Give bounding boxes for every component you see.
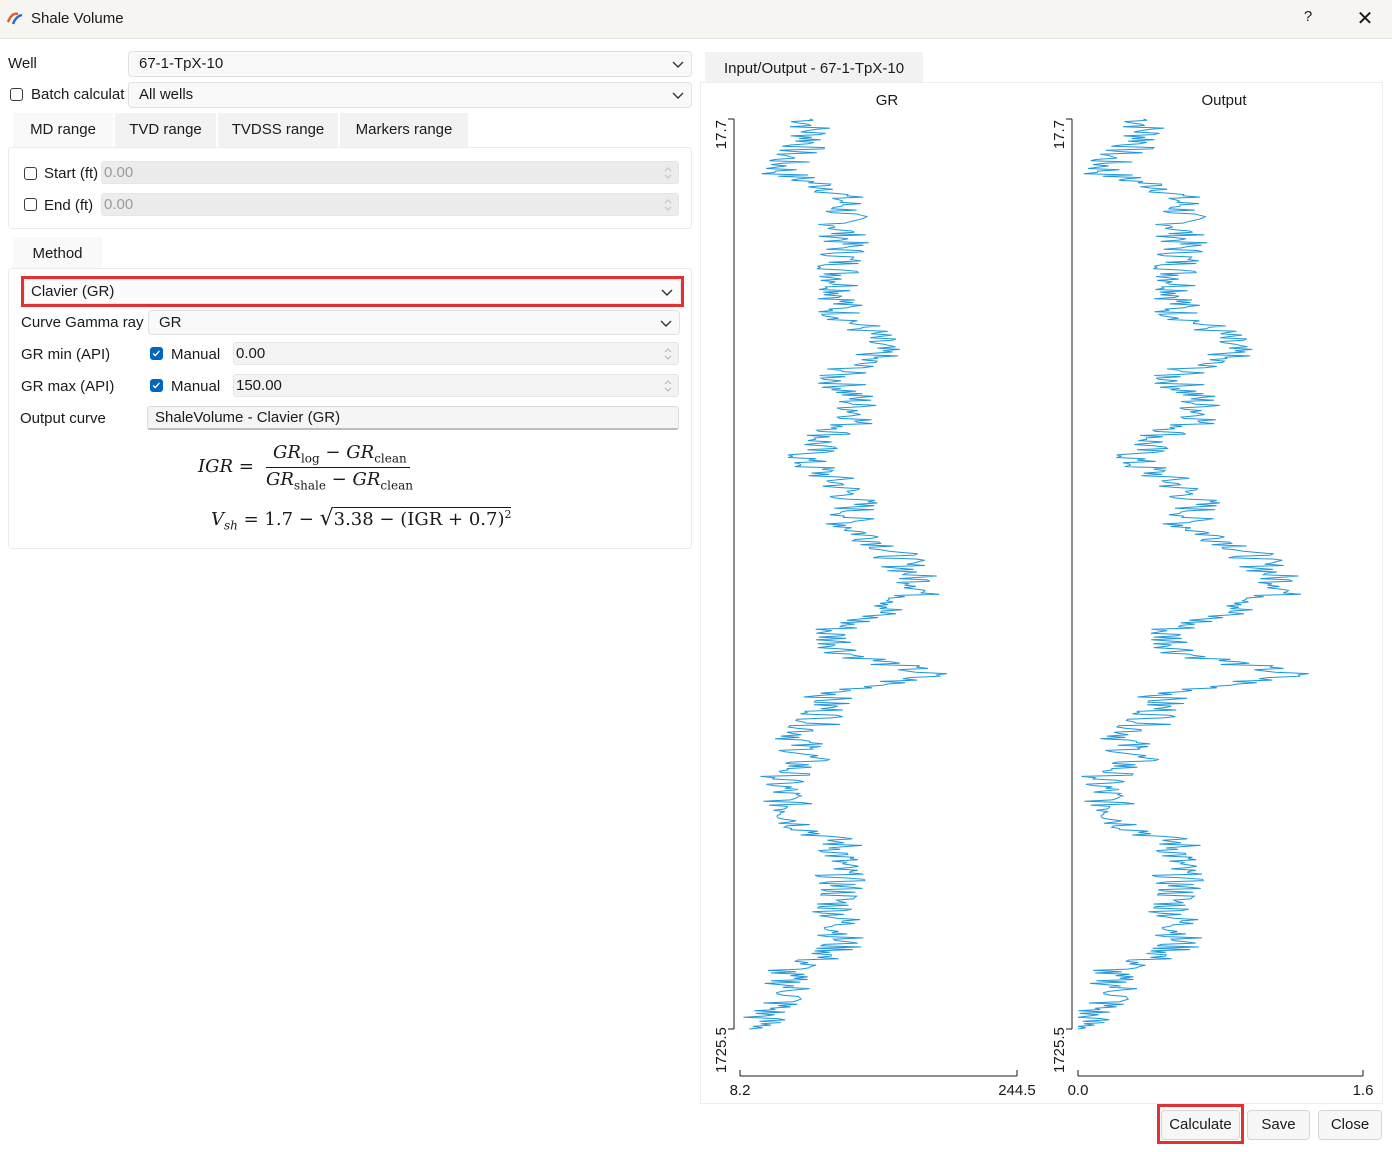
igr-formula: IGR = GRlog − GRclean GRshale − GRclean: [198, 442, 413, 493]
gr-min-manual-checkbox[interactable]: [150, 347, 163, 360]
output-depth-bottom-label: 1725.5: [1051, 1027, 1068, 1073]
spin-arrows-icon: [664, 348, 672, 360]
tab-md-range[interactable]: MD range: [13, 113, 113, 147]
output-track-title: Output: [1201, 92, 1247, 109]
tab-tvd-range[interactable]: TVD range: [115, 113, 216, 147]
range-panel: [8, 147, 692, 229]
tab-input-output[interactable]: Input/Output - 67-1-TpX-10: [705, 52, 923, 84]
output-curve-line: [1077, 118, 1309, 1030]
gr-max-manual-checkbox[interactable]: [150, 379, 163, 392]
gr-max-input[interactable]: 150.00: [233, 374, 679, 397]
gr-depth-bottom-label: 1725.5: [713, 1027, 730, 1073]
gr-x-max-label: 244.5: [998, 1082, 1036, 1099]
tab-tvdss-range[interactable]: TVDSS range: [218, 113, 338, 147]
end-label: End (ft): [44, 197, 94, 214]
log-chart-panel: GR 17.7 1725.5 8.2 244.5 Output 17.7 172…: [700, 82, 1383, 1104]
output-x-min-label: 0.0: [1068, 1082, 1089, 1099]
gr-max-label: GR max (API): [21, 378, 115, 395]
output-curve-input[interactable]: ShaleVolume - Clavier (GR): [147, 406, 679, 430]
well-label: Well: [8, 55, 37, 72]
calculate-button[interactable]: Calculate: [1161, 1110, 1240, 1140]
spin-arrows-icon: [664, 380, 672, 392]
end-depth-input[interactable]: 0.00: [101, 193, 679, 216]
spin-arrows-icon: [664, 199, 672, 211]
gr-x-min-label: 8.2: [730, 1082, 751, 1099]
well-select[interactable]: 67-1-TpX-10: [128, 51, 692, 77]
log-tracks-svg: GR 17.7 1725.5 8.2 244.5 Output 17.7 172…: [713, 92, 1374, 1099]
checkmark-icon: [152, 350, 160, 357]
chevron-down-icon: [661, 289, 673, 296]
end-checkbox[interactable]: [24, 198, 37, 211]
fraction-bar: [266, 467, 410, 468]
gr-min-manual-label: Manual: [171, 346, 221, 363]
batch-wells-value: All wells: [139, 86, 194, 103]
help-button[interactable]: ?: [1296, 8, 1320, 30]
output-x-max-label: 1.6: [1353, 1082, 1374, 1099]
save-button[interactable]: Save: [1247, 1110, 1310, 1140]
well-select-value: 67-1-TpX-10: [139, 55, 224, 72]
gr-max-manual-label: Manual: [171, 378, 221, 395]
chevron-down-icon: [660, 320, 672, 327]
chevron-down-icon: [672, 92, 684, 99]
batch-label: Batch calculat: [31, 86, 125, 103]
batch-checkbox[interactable]: [10, 88, 23, 101]
start-label: Start (ft): [44, 165, 99, 182]
close-window-button[interactable]: ✕: [1352, 6, 1378, 32]
vsh-formula: Vsh = 1.7 − √3.38 − (IGR + 0.7)2: [211, 506, 512, 533]
close-button[interactable]: Close: [1318, 1110, 1382, 1140]
start-checkbox[interactable]: [24, 167, 37, 180]
checkmark-icon: [152, 382, 160, 389]
curve-gamma-ray-select[interactable]: GR: [148, 310, 680, 335]
gr-depth-top-label: 17.7: [713, 120, 730, 149]
tab-method[interactable]: Method: [13, 237, 102, 271]
curve-gamma-ray-value: GR: [159, 314, 182, 331]
gr-track-title: GR: [876, 92, 899, 109]
title-bar: Shale Volume ? ✕: [0, 0, 1392, 39]
gr-min-label: GR min (API): [21, 346, 111, 363]
batch-wells-select[interactable]: All wells: [128, 82, 692, 108]
app-logo-icon: [6, 12, 23, 25]
curve-gamma-ray-label: Curve Gamma ray: [21, 314, 144, 331]
tab-markers-range[interactable]: Markers range: [340, 113, 468, 147]
output-depth-top-label: 17.7: [1051, 120, 1068, 149]
window-title: Shale Volume: [31, 10, 124, 27]
chevron-down-icon: [672, 61, 684, 68]
gr-curve-line: [743, 118, 947, 1030]
spin-arrows-icon: [664, 167, 672, 179]
output-curve-label: Output curve: [20, 410, 106, 427]
gr-min-input[interactable]: 0.00: [233, 342, 679, 365]
start-depth-input[interactable]: 0.00: [101, 161, 679, 184]
method-select-value: Clavier (GR): [31, 283, 115, 300]
method-select[interactable]: Clavier (GR): [24, 279, 681, 304]
